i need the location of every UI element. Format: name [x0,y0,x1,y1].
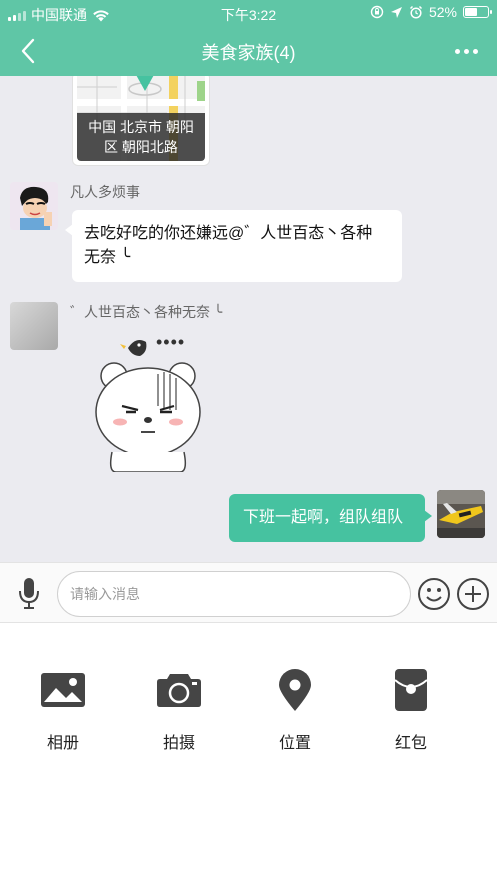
address-line-1: 中国 北京市 朝阳 [88,119,194,135]
battery-icon [463,6,492,18]
sticker-dots: •••• [156,332,186,352]
nav-bar: 美食家族(4) [0,26,497,76]
incoming-message-bubble[interactable]: 去吃好吃的你还嫌远@゛人世百态丶各种 无奈 ╰ [65,210,402,282]
more-button[interactable] [449,36,483,66]
location-address: 中国 北京市 朝阳 区 朝阳北路 [77,113,205,161]
avatar[interactable] [437,490,485,538]
tool-label: 拍摄 [162,735,195,752]
orientation-lock-icon [370,5,384,19]
message-text-line-2: 无奈 ╰ [84,249,131,266]
avatar[interactable] [10,182,58,230]
location-message[interactable]: 中国 北京市 朝阳 区 朝阳北路 [72,76,210,166]
page-title: 美食家族(4) [201,43,296,63]
battery-percent: 52% [428,4,457,20]
sender-name: ゛人世百态丶各种无奈 ╰ [70,304,223,320]
sticker-message[interactable]: •••• [86,330,206,473]
chat-area[interactable]: 中国 北京市 朝阳 区 朝阳北路 凡人多烦事 去吃好吃的你还嫌远@゛人世百态丶各… [0,76,497,562]
status-bar: 中国联通 下午3:22 52% [0,0,497,26]
voice-button[interactable] [14,575,44,611]
tool-location[interactable]: 位置 [250,665,340,753]
status-right: 52% [370,4,492,20]
tool-red-envelope[interactable]: 红包 [366,665,456,753]
message-input[interactable] [57,571,411,617]
emoji-button[interactable] [417,577,451,611]
alarm-icon [409,5,422,19]
location-arrow-icon [390,6,402,18]
red-envelope-icon [386,665,436,715]
tool-label: 红包 [394,735,427,752]
emoji-smile-icon [418,578,450,610]
sender-name: 凡人多烦事 [70,184,140,200]
photo-album-icon [38,665,88,715]
camera-icon [154,665,204,715]
message-text-line-1: 去吃好吃的你还嫌远@゛人世百态丶各种 [84,225,373,242]
outgoing-message-bubble[interactable]: 下班一起啊，组队组队 [229,494,432,542]
location-pin-icon [270,665,320,715]
message-input-bar [0,562,497,623]
message-text: 下班一起啊，组队组队 [243,509,404,526]
microphone-icon [19,578,39,609]
more-dots-icon [454,48,460,54]
bear-sticker-icon [95,340,201,473]
more-actions-button[interactable] [456,577,490,611]
plus-circle-icon [457,578,489,610]
tool-label: 位置 [278,735,311,752]
address-line-2: 区 朝阳北路 [104,139,178,155]
avatar[interactable] [10,302,58,350]
tools-panel: 相册 拍摄 位置 红包 [0,623,497,883]
tool-camera[interactable]: 拍摄 [134,665,224,753]
tool-photo-album[interactable]: 相册 [18,665,108,753]
tool-label: 相册 [46,735,79,752]
